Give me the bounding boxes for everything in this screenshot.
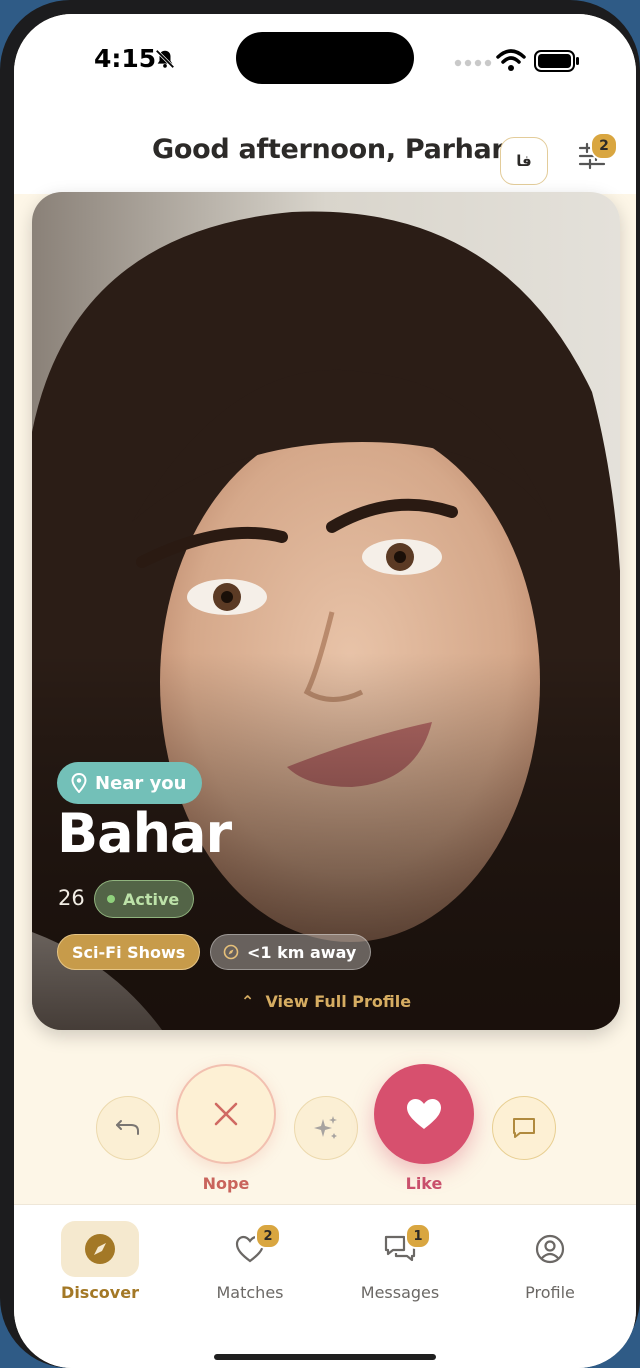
greeting-title: Good afternoon, Parham xyxy=(152,134,520,165)
interest-tag: Sci-Fi Shows xyxy=(57,934,201,970)
heart-icon xyxy=(407,1099,441,1129)
view-full-profile-label: View Full Profile xyxy=(265,992,412,1011)
nope-label: Nope xyxy=(202,1174,250,1193)
action-bar: Nope Like xyxy=(14,1034,636,1214)
language-toggle-button[interactable]: فا xyxy=(500,137,548,185)
chat-bubble-icon xyxy=(513,1118,535,1138)
home-indicator xyxy=(214,1354,436,1360)
silent-bell-icon xyxy=(155,49,175,69)
tab-profile[interactable]: Profile xyxy=(495,1221,605,1302)
distance-label: <1 km away xyxy=(247,942,357,962)
active-status-label: Active xyxy=(123,889,180,909)
profile-name: Bahar xyxy=(57,802,232,865)
tab-discover-label: Discover xyxy=(61,1283,139,1302)
like-button[interactable] xyxy=(374,1064,474,1164)
header: Good afternoon, Parham فا 2 xyxy=(14,104,636,194)
sparkles-icon xyxy=(314,1116,337,1139)
tab-matches[interactable]: 2 Matches xyxy=(195,1221,305,1302)
tab-messages-label: Messages xyxy=(360,1283,440,1302)
compass-icon xyxy=(85,1234,115,1264)
active-status-badge: Active xyxy=(94,880,195,918)
profile-icon xyxy=(535,1234,565,1264)
active-dot-icon xyxy=(107,895,115,903)
profile-card[interactable]: Near you Bahar 26 Active Sci-Fi Shows <1… xyxy=(32,192,620,1030)
message-button[interactable] xyxy=(492,1096,556,1160)
chevron-up-icon: ⌃ xyxy=(240,992,255,1011)
status-bar: 4:15 xyxy=(14,14,636,104)
status-time: 4:15 xyxy=(94,44,157,73)
compass-icon xyxy=(223,944,239,960)
filter-count-badge: 2 xyxy=(590,132,618,160)
tab-matches-label: Matches xyxy=(216,1283,284,1302)
undo-button[interactable] xyxy=(96,1096,160,1160)
app-screen: 4:15 Good afternoon, Parham فا 2 Near yo… xyxy=(14,14,636,1368)
matches-count-badge: 2 xyxy=(255,1223,281,1249)
undo-icon xyxy=(116,1120,139,1135)
distance-badge: <1 km away xyxy=(210,934,372,970)
close-icon xyxy=(214,1102,238,1126)
like-label: Like xyxy=(405,1174,443,1193)
super-like-button[interactable] xyxy=(294,1096,358,1160)
tab-messages[interactable]: 1 Messages xyxy=(345,1221,455,1302)
battery-icon xyxy=(534,50,579,72)
tab-discover[interactable]: Discover xyxy=(45,1221,155,1302)
profile-age: 26 xyxy=(58,886,85,910)
tab-profile-label: Profile xyxy=(525,1283,575,1302)
nope-button[interactable] xyxy=(176,1064,276,1164)
wifi-icon xyxy=(496,49,526,71)
location-badge: Near you xyxy=(57,762,203,804)
tab-bar: Discover 2 Matches 1 Messages Profile xyxy=(14,1204,636,1368)
signal-dots-icon xyxy=(454,59,492,67)
messages-count-badge: 1 xyxy=(405,1223,431,1249)
view-full-profile-link[interactable]: ⌃ View Full Profile xyxy=(32,992,620,1011)
location-badge-label: Near you xyxy=(95,772,187,794)
dynamic-island xyxy=(236,32,414,84)
location-pin-icon xyxy=(71,773,87,793)
